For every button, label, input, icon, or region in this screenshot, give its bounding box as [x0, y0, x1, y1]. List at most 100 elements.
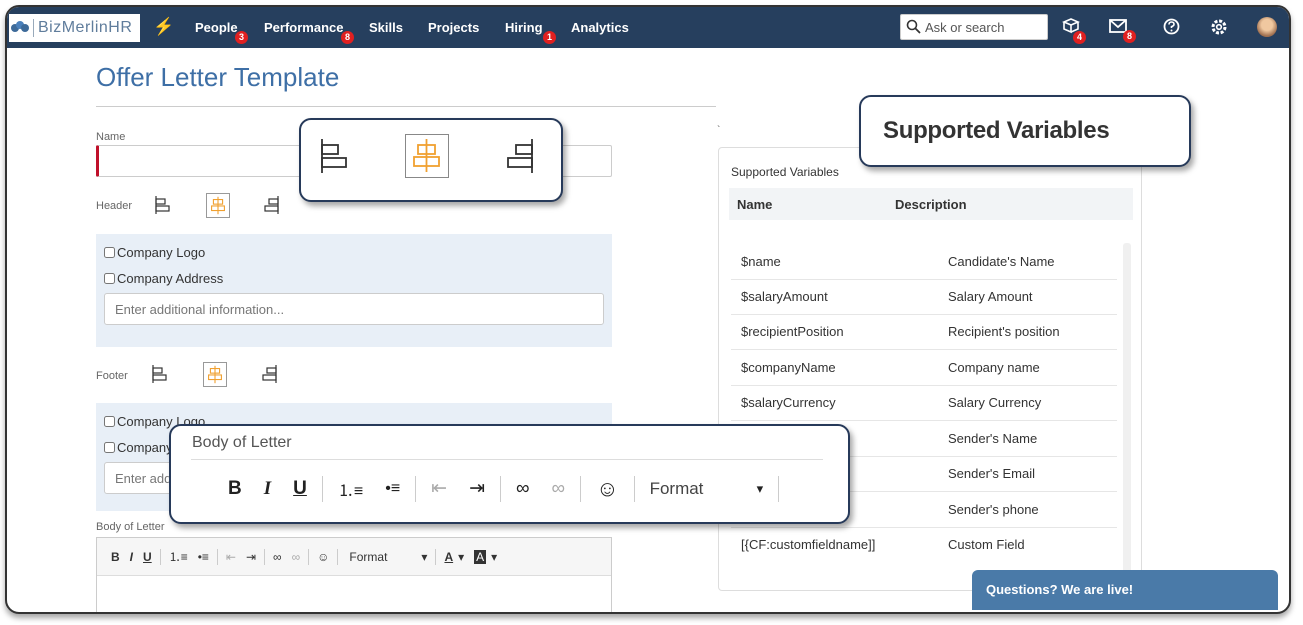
performance-badge: 8	[341, 31, 354, 44]
chevron-down-icon[interactable]: ▾	[421, 550, 427, 564]
nav-projects[interactable]: Projects	[428, 20, 479, 35]
search-box	[900, 14, 1048, 40]
body-label: Body of Letter	[96, 521, 165, 533]
callout-variables-title: Supported Variables	[883, 117, 1110, 144]
gear-icon[interactable]	[1210, 18, 1228, 40]
footer-align-left-icon[interactable]	[150, 363, 170, 385]
alignment-zoom-callout	[299, 118, 563, 202]
company-logo-checkbox[interactable]: Company Logo	[104, 245, 205, 260]
footer-address-check[interactable]	[104, 442, 115, 453]
numbered-list-icon[interactable]: ⒈≡	[169, 548, 188, 565]
variable-name: $companyName	[741, 360, 836, 375]
variable-row: $salaryAmount Salary Amount	[731, 279, 1117, 315]
toolbar-divider	[321, 475, 323, 502]
indent-icon[interactable]: ⇥	[246, 550, 256, 564]
nav-hiring[interactable]: Hiring	[505, 20, 543, 35]
chevron-down-icon[interactable]: ▾	[458, 550, 464, 564]
variable-description: Salary Currency	[948, 395, 1042, 410]
mail-badge: 8	[1123, 30, 1136, 43]
zoom-numbered-list-icon: ⒈≡	[337, 482, 364, 500]
format-dropdown[interactable]: Format	[349, 550, 411, 564]
logo-people-icon	[11, 21, 29, 35]
unlink-icon[interactable]: ∞	[292, 550, 301, 564]
title-divider	[96, 106, 716, 107]
col-name-header: Name	[737, 197, 773, 212]
body-of-letter-callout: Body of Letter B I U ⒈≡ •≡ ⇤ ⇥ ∞ ∞ ☺ For…	[169, 424, 850, 524]
zoom-align-center-icon	[405, 134, 449, 178]
underline-button[interactable]: U	[143, 550, 152, 564]
background-color-icon[interactable]: A	[474, 549, 487, 564]
bullet-list-icon[interactable]: •≡	[198, 550, 209, 564]
bold-button[interactable]: B	[111, 550, 120, 564]
hiring-badge: 1	[543, 31, 556, 44]
lightning-icon[interactable]: ⚡	[153, 17, 174, 37]
toolbar-divider	[415, 475, 417, 502]
variable-name: $salaryCurrency	[741, 395, 836, 410]
outdent-icon[interactable]: ⇤	[226, 550, 236, 564]
zoom-emoji-icon: ☺	[596, 475, 619, 501]
zoom-format-label: Format	[649, 478, 704, 498]
italic-button[interactable]: I	[130, 550, 133, 564]
zoom-bullet-list-icon: •≡	[385, 479, 401, 497]
variable-row: $name Candidate's Name	[731, 244, 1117, 280]
people-badge: 3	[235, 31, 248, 44]
variable-name: [{CF:customfieldname]]	[741, 537, 876, 552]
avatar[interactable]	[1257, 17, 1277, 37]
variables-scrollbar[interactable]	[1123, 243, 1131, 583]
search-input[interactable]	[923, 19, 1047, 36]
align-right-icon[interactable]	[261, 194, 281, 216]
footer-address-checkbox[interactable]: Company	[104, 440, 173, 455]
toolbar-divider	[159, 548, 161, 565]
emoji-icon[interactable]: ☺	[317, 550, 329, 564]
variable-row: [{CF:customfieldname]] Custom Field	[731, 527, 1117, 562]
footer-logo-check[interactable]	[104, 416, 115, 427]
variable-description: Sender's Email	[948, 466, 1036, 481]
name-label: Name	[96, 131, 126, 143]
nav-people[interactable]: People	[195, 20, 238, 35]
footer-address-label: Company	[117, 440, 173, 455]
top-navbar: BizMerlinHR ⚡ People 3 Performance 8 Ski…	[7, 7, 1289, 48]
toolbar-divider	[216, 548, 218, 565]
variable-description: Sender's Name	[948, 431, 1038, 446]
help-icon[interactable]	[1163, 18, 1180, 39]
body-editor[interactable]: B I U ⒈≡ •≡ ⇤ ⇥ ∞ ∞ ☺ Format ▾ A ▾ A ▾	[96, 537, 612, 612]
align-left-icon[interactable]	[153, 194, 173, 216]
toolbar-divider	[308, 548, 310, 565]
zoom-indent-icon: ⇥	[469, 478, 485, 499]
additional-info-input[interactable]: Enter additional information...	[104, 293, 604, 325]
variable-description: Salary Amount	[948, 289, 1033, 304]
logo[interactable]: BizMerlinHR	[9, 14, 140, 42]
logo-text: BizMerlinHR	[33, 19, 132, 37]
chevron-down-icon[interactable]: ▾	[491, 550, 497, 564]
toolbar-divider	[500, 475, 501, 502]
footer-align-right-icon[interactable]	[259, 363, 279, 385]
supported-variables-card: Supported Variables Name Description $na…	[718, 147, 1142, 591]
zoom-italic-icon: I	[263, 477, 272, 499]
variable-row: $salaryCurrency Salary Currency	[731, 385, 1117, 421]
nav-performance[interactable]: Performance	[264, 20, 343, 35]
company-address-checkbox[interactable]: Company Address	[104, 271, 223, 286]
variable-name: $salaryAmount	[741, 289, 828, 304]
variable-name: $name	[741, 254, 781, 269]
link-icon[interactable]: ∞	[273, 550, 282, 564]
header-options-panel: Company Logo Company Address Enter addit…	[96, 234, 612, 347]
nav-skills[interactable]: Skills	[369, 20, 403, 35]
variable-row: $companyName Company name	[731, 350, 1117, 386]
align-center-icon[interactable]	[206, 193, 230, 218]
live-chat-button[interactable]: Questions? We are live!	[972, 570, 1278, 610]
nav-analytics[interactable]: Analytics	[571, 20, 629, 35]
toolbar-divider	[633, 475, 635, 502]
zoom-link-icon: ∞	[516, 477, 530, 499]
variable-row: $recipientPosition Recipient's position	[731, 314, 1117, 350]
zoom-align-right-icon	[503, 136, 537, 176]
variables-header-row: Name Description	[729, 188, 1133, 220]
company-logo-check[interactable]	[104, 247, 115, 258]
footer-align-center-icon[interactable]	[203, 362, 227, 387]
search-icon	[906, 19, 921, 34]
company-address-check[interactable]	[104, 273, 115, 284]
supported-variables-callout: Supported Variables	[859, 95, 1191, 167]
variable-description: Custom Field	[948, 537, 1025, 552]
text-color-icon[interactable]: A	[444, 550, 453, 564]
variable-description: Candidate's Name	[948, 254, 1055, 269]
variable-name: $recipientPosition	[741, 324, 844, 339]
